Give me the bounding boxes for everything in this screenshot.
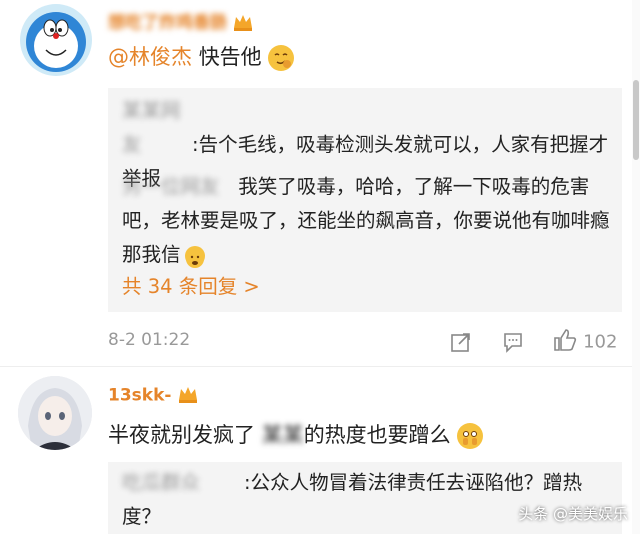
comment-body: 半夜就别发疯了 — [108, 423, 255, 447]
comment-text: @林俊杰 快告他 — [108, 40, 295, 74]
author-name[interactable]: 13skk- — [108, 386, 171, 406]
reply-user[interactable]: 另一位网友 — [122, 170, 232, 204]
mention-link[interactable]: @林俊杰 — [108, 45, 192, 69]
avatar[interactable] — [20, 4, 92, 76]
author-name[interactable]: 想吃了炸鸡香肠 — [108, 13, 227, 33]
like-button[interactable]: 102 — [552, 327, 617, 357]
share-icon[interactable] — [450, 331, 472, 357]
reply-user[interactable]: 吃瓜群众 — [122, 466, 244, 500]
avatar[interactable] — [18, 376, 92, 450]
hidden-name: 某某 — [261, 423, 304, 447]
comment-text: 半夜就别发疯了 某某的热度也要蹭么 — [108, 418, 484, 452]
comment-author[interactable]: 想吃了炸鸡香肠 — [108, 8, 254, 34]
comment-body-cont: 的热度也要蹭么 — [303, 423, 451, 447]
crown-icon — [177, 384, 199, 408]
divider — [0, 366, 640, 367]
reply-item[interactable]: 另一位网友 我笑了吸毒，哈哈，了解一下吸毒的危害吧，老林要是吸了，还能坐的飙高音… — [122, 170, 616, 272]
comment-date: 8-2 01:22 — [108, 330, 191, 350]
like-icon — [552, 327, 578, 357]
watermark: 头条 @美美娱乐 — [518, 505, 628, 523]
replies-more-link[interactable]: 共 34 条回复 > — [122, 270, 260, 304]
scrollbar[interactable] — [632, 0, 640, 534]
crown-icon — [232, 12, 254, 36]
scrollbar-thumb[interactable] — [633, 80, 639, 160]
like-count: 102 — [583, 331, 618, 353]
reply-box: 某某网友:告个毛线，吸毒检测头发就可以，人家有把握才举报 另一位网友 我笑了吸毒… — [108, 88, 622, 312]
emoji-icon — [457, 423, 484, 449]
anime-avatar — [18, 376, 92, 450]
doraemon-avatar — [26, 12, 86, 72]
emoji-icon — [184, 245, 205, 268]
reply-user[interactable]: 某某网友 — [122, 94, 192, 162]
comment-icon[interactable] — [502, 331, 524, 357]
emoji-icon — [268, 45, 295, 71]
comment-author[interactable]: 13skk- — [108, 384, 199, 410]
comment-body: 快告他 — [198, 45, 262, 69]
